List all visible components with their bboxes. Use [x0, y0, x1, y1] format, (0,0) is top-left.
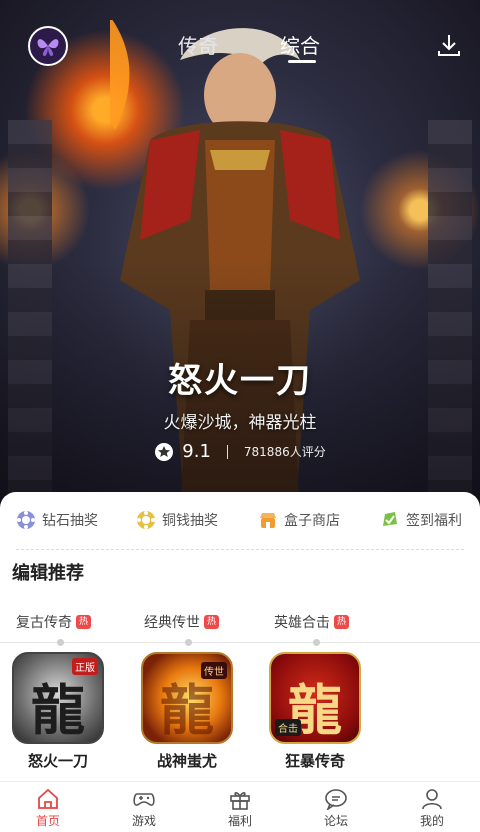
category-tab-retro-legend[interactable]: 复古传奇 热: [16, 612, 92, 632]
quick-link-checkin[interactable]: 签到福利: [380, 510, 462, 530]
game-icon: 龍 正版: [12, 652, 104, 744]
nav-label: 游戏: [131, 814, 156, 828]
tab-legend[interactable]: 传奇: [178, 30, 218, 59]
nav-welfare[interactable]: 福利: [210, 788, 270, 829]
category-tab-classic[interactable]: 经典传世 热: [144, 612, 220, 632]
nav-label: 论坛: [323, 814, 348, 828]
quick-link-label: 签到福利: [406, 513, 462, 529]
app-logo-avatar[interactable]: [28, 26, 68, 66]
dragon-glyph: 龍: [31, 678, 85, 742]
quick-link-diamond-lottery[interactable]: 钻石抽奖: [16, 510, 98, 530]
game-card[interactable]: 龍 传世 战神蚩尤: [137, 652, 237, 771]
section-title: 编辑推荐: [12, 563, 84, 584]
gamepad-icon: [133, 793, 155, 806]
nav-label: 首页: [35, 814, 60, 828]
category-label: 经典传世: [144, 615, 200, 631]
nav-home[interactable]: 首页: [18, 788, 78, 829]
gift-icon: [230, 792, 250, 810]
category-label: 英雄合击: [274, 615, 330, 631]
forum-icon: [325, 789, 347, 810]
game-name: 战神蚩尤: [156, 752, 217, 770]
profile-icon: [422, 789, 442, 810]
rating-value: 9.1: [182, 441, 211, 462]
category-label: 复古传奇: [16, 615, 72, 631]
game-name: 狂暴传奇: [284, 752, 345, 770]
game-icon: 龍 传世: [141, 652, 233, 744]
game-badge: 合击: [275, 719, 301, 736]
category-tabs: 复古传奇 热 经典传世 热 英雄合击 热: [0, 612, 480, 634]
quick-link-box-shop[interactable]: 盒子商店: [258, 510, 340, 530]
dashed-divider: [16, 549, 464, 550]
timeline-dot: [185, 639, 192, 646]
nav-games[interactable]: 游戏: [114, 788, 174, 829]
coin-icon: [137, 511, 155, 529]
timeline-dot: [313, 639, 320, 646]
rating-count: 781886人评分: [243, 445, 326, 459]
hot-badge: 热: [204, 615, 220, 629]
shop-icon: [260, 513, 276, 528]
checkin-icon: [383, 512, 397, 526]
featured-game-title: 怒火一刀: [168, 361, 312, 401]
quick-link-label: 钻石抽奖: [42, 513, 98, 529]
hot-badge: 热: [334, 615, 350, 629]
game-name: 怒火一刀: [27, 752, 88, 770]
quick-link-label: 铜钱抽奖: [162, 513, 218, 529]
hot-badge: 热: [76, 615, 92, 629]
game-card[interactable]: 龍 正版 怒火一刀: [8, 652, 108, 771]
nav-label: 我的: [419, 814, 444, 828]
quick-link-label: 盒子商店: [284, 513, 340, 529]
active-tab-indicator: [288, 60, 316, 63]
download-icon[interactable]: [436, 32, 462, 58]
nav-profile[interactable]: 我的: [402, 788, 462, 829]
rating-row: 9.1 781886人评分: [0, 441, 480, 462]
category-timeline: [0, 639, 480, 646]
game-badge: 正版: [72, 658, 98, 675]
hero-banner[interactable]: 传奇 综合 怒火一刀 火爆沙城，神器光柱 9.1 781886人评分: [0, 0, 480, 520]
category-tab-hero-combo[interactable]: 英雄合击 热: [274, 612, 350, 632]
home-icon: [38, 788, 58, 809]
game-icon: 龍 合击: [269, 652, 361, 744]
game-card[interactable]: 龍 合击 狂暴传奇: [265, 652, 365, 771]
star-circle-icon: [155, 442, 174, 461]
content-card: 钻石抽奖 铜钱抽奖 盒子商店 签到福利 编辑推荐 复古传奇 热 经典传世 热 英…: [0, 492, 480, 792]
bottom-navigation: 首页 游戏 福利 论坛 我的: [0, 781, 480, 832]
diamond-icon: [17, 511, 35, 529]
divider: [226, 444, 228, 459]
featured-game-subtitle: 火爆沙城，神器光柱: [163, 413, 317, 433]
timeline-dot: [57, 639, 64, 646]
game-badge: 传世: [201, 662, 227, 679]
butterfly-icon: [37, 39, 59, 56]
nav-label: 福利: [227, 814, 252, 828]
quick-links: 钻石抽奖 铜钱抽奖 盒子商店 签到福利: [0, 510, 480, 534]
nav-forum[interactable]: 论坛: [306, 788, 366, 829]
quick-link-coin-lottery[interactable]: 铜钱抽奖: [136, 510, 218, 530]
tab-general[interactable]: 综合: [280, 30, 320, 59]
